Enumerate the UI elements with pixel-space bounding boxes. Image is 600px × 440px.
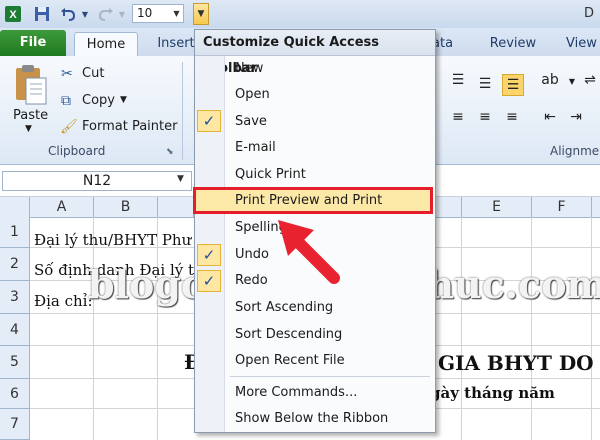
column-header-a[interactable]: A (30, 197, 94, 217)
alignment-group-label: Alignme (550, 144, 600, 158)
format-painter-button[interactable]: Format Painter (82, 119, 177, 134)
menu-item-open[interactable]: Open (235, 87, 270, 102)
title-bar (0, 0, 600, 29)
check-icon: ✓ (197, 110, 221, 132)
cut-icon: ✂ (61, 66, 73, 82)
align-center-icon[interactable]: ≡ (475, 107, 495, 127)
align-bottom-icon[interactable]: ☰ (502, 74, 524, 96)
row-header-5[interactable]: 5 (0, 346, 30, 379)
cell-a1[interactable]: Đại lý thu/BHYT Phư (34, 231, 191, 249)
column-header-e[interactable]: E (462, 197, 532, 217)
grid-line (461, 217, 462, 440)
clipboard-launcher-icon[interactable]: ⬊ (166, 147, 174, 157)
tab-review[interactable]: Review (488, 32, 538, 56)
column-header-g[interactable] (592, 197, 600, 217)
group-separator (182, 62, 183, 160)
grid-line (157, 217, 158, 440)
menu-item-sort-descending[interactable]: Sort Descending (235, 327, 342, 342)
tab-view[interactable]: View (566, 32, 600, 56)
paste-icon[interactable] (12, 64, 48, 109)
font-size-field[interactable]: 10 ▼ (132, 4, 184, 23)
grid-line (591, 217, 592, 440)
menu-item-email[interactable]: E-mail (235, 140, 276, 155)
row-header-2[interactable]: 2 (0, 248, 30, 281)
tab-home[interactable]: Home (74, 32, 138, 57)
paste-button[interactable]: Paste (13, 108, 48, 123)
menu-item-redo[interactable]: Redo (235, 273, 268, 288)
menu-item-print-preview[interactable]: Print Preview and Print (235, 193, 382, 208)
column-header-b[interactable]: B (94, 197, 158, 217)
cell-date-row[interactable]: gày tháng năm (430, 384, 555, 402)
font-size-dropdown-icon[interactable]: ▼ (171, 6, 182, 21)
red-arrow-icon (268, 212, 340, 287)
decrease-indent-icon[interactable]: ⇤ (540, 107, 560, 127)
paste-dropdown-icon[interactable]: ▼ (25, 124, 32, 134)
check-icon: ✓ (197, 270, 221, 292)
undo-icon[interactable] (58, 4, 78, 24)
window-title: D (583, 6, 594, 21)
menu-item-show-below-ribbon[interactable]: Show Below the Ribbon (235, 411, 388, 426)
check-icon: ✓ (197, 244, 221, 266)
tab-file[interactable]: File (0, 30, 66, 56)
orientation-dropdown-icon[interactable]: ▼ (562, 72, 582, 92)
row-header-1[interactable]: 1 (0, 217, 30, 248)
menu-item-save[interactable]: Save (235, 114, 267, 129)
align-middle-icon[interactable]: ☰ (475, 74, 495, 94)
row-header-6[interactable]: 6 (0, 379, 30, 409)
cell-title-right[interactable]: GIA BHYT DO (438, 351, 594, 375)
menu-item-open-recent-file[interactable]: Open Recent File (235, 353, 345, 368)
clipboard-group-label: Clipboard (48, 144, 106, 158)
align-top-icon[interactable]: ☰ (448, 70, 468, 90)
copy-button[interactable]: Copy (82, 93, 115, 108)
save-icon[interactable] (32, 4, 52, 24)
copy-dropdown-icon[interactable]: ▼ (120, 95, 127, 105)
name-box-dropdown-icon[interactable]: ▼ (177, 174, 184, 184)
undo-dropdown-icon[interactable]: ▼ (80, 4, 90, 24)
menu-item-sort-ascending[interactable]: Sort Ascending (235, 300, 333, 315)
redo-dropdown-icon[interactable]: ▼ (117, 4, 127, 24)
name-box[interactable]: N12 (2, 171, 192, 191)
column-header-f[interactable]: F (532, 197, 592, 217)
copy-icon: ⧉ (61, 93, 71, 109)
column-header-c[interactable] (158, 197, 194, 217)
menu-item-new[interactable]: New (235, 61, 263, 76)
excel-logo-icon[interactable]: X (2, 4, 24, 24)
redo-icon[interactable] (96, 4, 116, 24)
row-header-7[interactable]: 7 (0, 409, 30, 440)
grid-line (531, 217, 532, 440)
tab-data[interactable]: ata (432, 32, 462, 56)
row-header-3[interactable]: 3 (0, 281, 30, 314)
wrap-text-icon[interactable]: ⇌ (580, 70, 600, 90)
align-right-icon[interactable]: ≡ (502, 107, 522, 127)
menu-separator (230, 376, 430, 377)
menu-item-undo[interactable]: Undo (235, 247, 269, 262)
grid-line (93, 217, 94, 440)
orientation-icon[interactable]: ab (540, 70, 560, 90)
column-header-d[interactable] (436, 197, 462, 217)
font-size-value: 10 (137, 6, 153, 20)
cut-button[interactable]: Cut (82, 66, 104, 81)
format-painter-icon: 🖌 (60, 119, 78, 135)
customize-qat-dropdown-icon[interactable]: ▼ (193, 3, 209, 25)
svg-text:X: X (9, 9, 17, 21)
increase-indent-icon[interactable]: ⇥ (566, 107, 586, 127)
tab-insert[interactable]: Insert (156, 32, 196, 56)
cell-a3[interactable]: Địa chỉ: (34, 292, 93, 310)
menu-item-more-commands[interactable]: More Commands... (235, 385, 357, 400)
select-all-corner[interactable] (0, 197, 30, 217)
align-left-icon[interactable]: ≡ (448, 107, 468, 127)
menu-item-quick-print[interactable]: Quick Print (235, 167, 306, 182)
row-header-4[interactable]: 4 (0, 314, 30, 346)
menu-title: Customize Quick Access Toolbar (195, 30, 435, 76)
